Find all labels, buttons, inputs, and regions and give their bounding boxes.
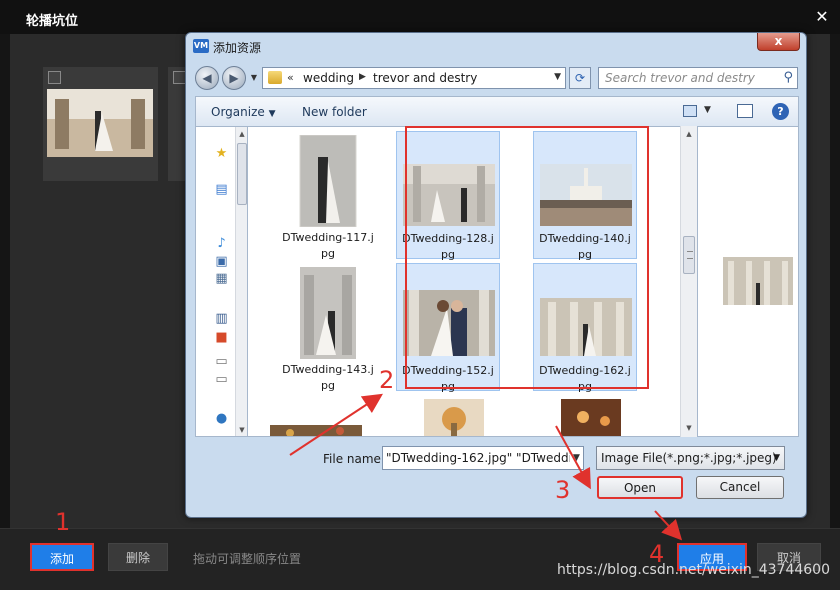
file-thumbnail-partial[interactable] [424, 399, 484, 437]
app-close-icon[interactable]: ✕ [814, 9, 830, 25]
scroll-up-icon[interactable]: ▲ [684, 128, 694, 140]
file-type-select[interactable]: Image File(*.png;*.jpg;*.jpeg) ▼ [596, 446, 785, 470]
dialog-title: 添加资源 [213, 41, 262, 55]
watermark: https://blog.csdn.net/weixin_43744600 [556, 562, 830, 578]
reorder-hint: 拖动可调整顺序位置 [193, 552, 302, 566]
open-button[interactable]: Open [597, 476, 683, 499]
file-thumbnail [403, 290, 495, 356]
videos-icon[interactable]: ▦ [214, 272, 229, 285]
file-list: DTwedding-117.j pg DTwedding-128.j pg DT… [247, 126, 698, 437]
folder-icon [268, 71, 282, 84]
annotation-step-1: 1 [55, 508, 71, 536]
dialog-toolbar: Organize ▼ New folder ▼ ? [195, 96, 799, 126]
file-name: DTwedding-143.j pg [282, 363, 374, 392]
annotation-step-3: 3 [555, 476, 571, 504]
dialog-close-icon[interactable]: x [757, 33, 800, 51]
breadcrumb-wedding[interactable]: wedding [303, 71, 354, 85]
file-item[interactable]: DTwedding-162.j pg [533, 263, 637, 393]
change-view-icon[interactable] [683, 105, 697, 117]
navigation-scrollbar[interactable]: ▲ ▼ [235, 127, 247, 436]
music-icon[interactable]: ♪ [214, 237, 229, 250]
file-dialog: VM 添加资源 x ◀ ▶ ▼ « wedding ▶ trevor and d… [185, 32, 807, 518]
add-button[interactable]: 添加 [30, 543, 94, 571]
cancel-button[interactable]: Cancel [696, 476, 784, 499]
file-name-input[interactable]: "DTwedding-162.jpg" "DTwedding [382, 446, 584, 470]
breadcrumb-arrow-icon[interactable]: ▶ [359, 72, 366, 82]
file-item[interactable]: DTwedding-152.j pg [396, 263, 500, 393]
organize-label: Organize [211, 105, 265, 119]
file-item[interactable]: DTwedding-143.j pg [276, 263, 380, 392]
drive-icon[interactable]: ▭ [214, 373, 229, 386]
file-name: DTwedding-128.j pg [402, 232, 494, 261]
organize-button[interactable]: Organize ▼ [211, 105, 276, 119]
file-name: DTwedding-117.j pg [282, 231, 374, 260]
annotation-step-2: 2 [379, 366, 395, 394]
favorites-star-icon[interactable]: ★ [214, 147, 229, 160]
forward-arrow-icon[interactable]: ▶ [222, 66, 246, 90]
file-name-label: File name: [323, 452, 385, 466]
file-name: DTwedding-152.j pg [402, 364, 494, 393]
file-name: DTwedding-140.j pg [539, 232, 631, 261]
file-thumbnail-partial[interactable] [561, 399, 621, 437]
app-edge-left [0, 34, 10, 528]
network-icon[interactable]: ● [214, 412, 229, 425]
preview-image [723, 257, 793, 305]
file-item[interactable]: DTwedding-128.j pg [396, 131, 500, 261]
homegroup-icon[interactable]: ▥ [214, 312, 229, 325]
recent-locations-chevron-icon[interactable]: ▼ [249, 72, 259, 84]
carousel-slot[interactable] [168, 67, 186, 181]
app-title: 轮播坑位 [26, 14, 79, 29]
file-item[interactable]: DTwedding-117.j pg [276, 131, 380, 260]
breadcrumb-trevor-and-destry[interactable]: trevor and destry [373, 71, 477, 85]
refresh-icon[interactable]: ⟳ [569, 67, 591, 89]
file-name: DTwedding-162.j pg [539, 364, 631, 393]
address-overflow-chevron[interactable]: « [287, 71, 294, 84]
navigation-scroll-thumb[interactable] [237, 143, 247, 205]
help-icon[interactable]: ? [772, 103, 789, 120]
scroll-down-icon[interactable]: ▼ [237, 424, 247, 436]
app-logo-icon: VM [193, 39, 209, 53]
app-footer: 添加 删除 拖动可调整顺序位置 应用 取消 [0, 528, 840, 590]
back-arrow-icon[interactable]: ◀ [195, 66, 219, 90]
organize-chevron-icon: ▼ [268, 109, 276, 119]
slot-thumbnail [47, 89, 153, 157]
file-list-scrollbar[interactable]: ▲ ▼ [680, 126, 697, 437]
address-bar[interactable]: « wedding ▶ trevor and destry ▼ [262, 67, 566, 89]
scroll-down-icon[interactable]: ▼ [684, 422, 694, 434]
preview-pane [698, 126, 799, 437]
file-thumbnail [540, 164, 632, 226]
scroll-up-icon[interactable]: ▲ [237, 128, 247, 140]
drive-icon[interactable]: ▭ [214, 355, 229, 368]
file-thumbnail [299, 135, 357, 227]
annotation-step-4: 4 [649, 540, 665, 568]
file-item[interactable]: DTwedding-140.j pg [533, 131, 637, 261]
windows-icon[interactable]: ■ [214, 331, 229, 344]
file-name-dropdown-icon[interactable]: ▼ [570, 447, 583, 469]
address-dropdown-chevron-icon[interactable]: ▼ [554, 72, 561, 82]
search-input[interactable]: Search trevor and destry ⚲ [598, 67, 798, 89]
views-chevron-icon[interactable]: ▼ [704, 105, 711, 115]
file-thumbnail-partial[interactable] [270, 425, 362, 437]
file-thumbnail [540, 298, 632, 356]
pictures-icon[interactable]: ▣ [214, 255, 229, 268]
libraries-icon[interactable]: ▤ [214, 183, 229, 196]
file-type-chevron-icon: ▼ [773, 453, 780, 463]
delete-button[interactable]: 删除 [108, 543, 168, 571]
slot-checkbox[interactable] [48, 71, 61, 84]
navigation-pane: ★ ▤ ♪ ▣ ▦ ▥ ■ ▭ ▭ ● ▲ ▼ [195, 126, 247, 437]
new-folder-button[interactable]: New folder [302, 105, 367, 119]
search-icon[interactable]: ⚲ [783, 68, 793, 88]
app-titlebar: 轮播坑位 ✕ [0, 0, 840, 34]
file-thumbnail [403, 164, 495, 226]
file-thumbnail [300, 267, 356, 359]
file-type-value: Image File(*.png;*.jpg;*.jpeg) [601, 451, 777, 465]
search-placeholder: Search trevor and destry [605, 71, 755, 85]
preview-pane-icon[interactable] [737, 104, 753, 118]
file-list-scroll-thumb[interactable] [683, 236, 695, 274]
app-edge-right [830, 34, 840, 528]
carousel-slot[interactable] [43, 67, 158, 181]
